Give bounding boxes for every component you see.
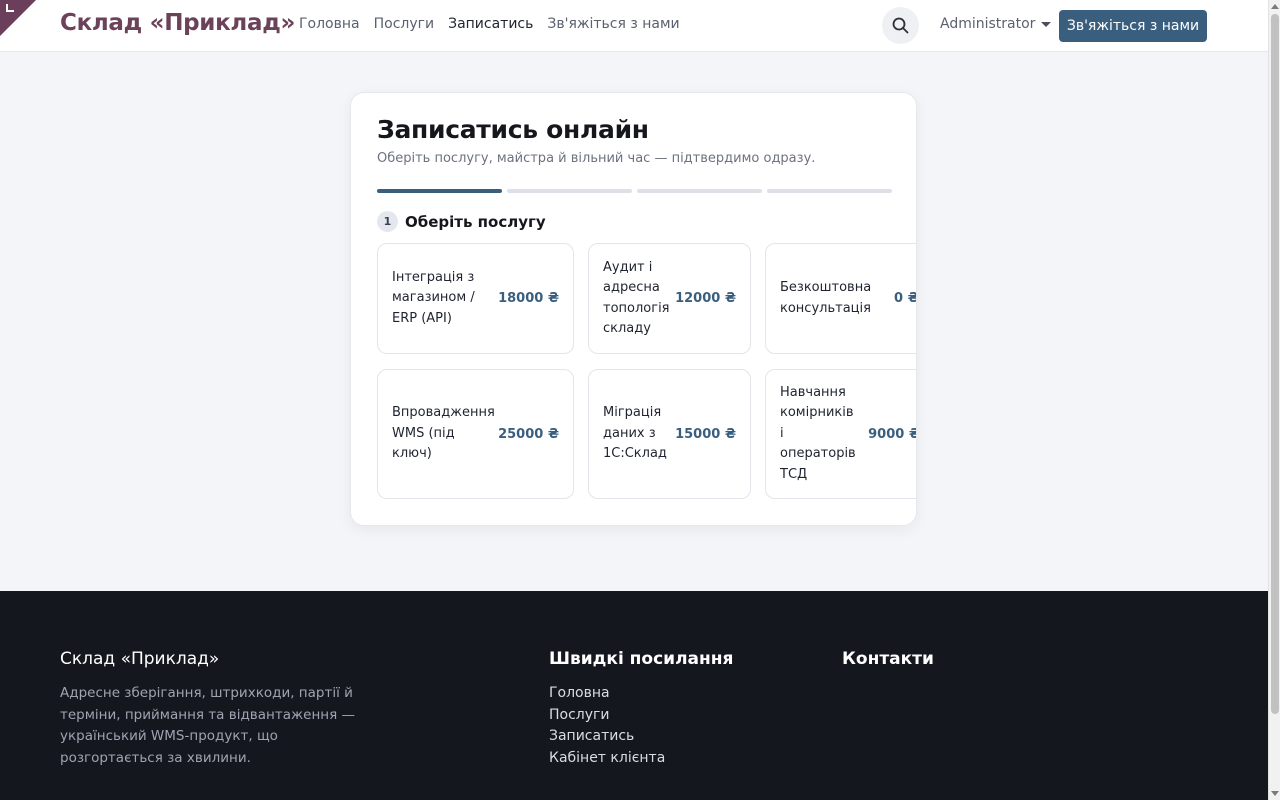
nav-contact[interactable]: Зв'яжіться з нами [547, 16, 679, 32]
service-name: Міграція даних з 1С:Склад [603, 405, 667, 462]
user-menu[interactable]: Administrator [940, 16, 1052, 32]
footer-link-client-cabinet[interactable]: Кабінет клієнта [549, 748, 665, 770]
footer-link-book[interactable]: Записатись [549, 726, 665, 748]
search-icon [892, 17, 909, 34]
service-card[interactable]: Міграція даних з 1С:Склад 15000 ₴ [588, 369, 751, 499]
progress-step-2 [507, 189, 632, 193]
progress-step-4 [767, 189, 892, 193]
search-button[interactable] [882, 7, 919, 44]
footer-link-services[interactable]: Послуги [549, 705, 665, 727]
step-header: 1 Оберіть послугу [377, 211, 546, 232]
service-price: 25000 ₴ [498, 426, 559, 442]
service-price: 18000 ₴ [498, 291, 559, 306]
service-card[interactable]: Безкоштовна консультація 0 ₴ [765, 243, 917, 354]
service-price: 9000 ₴ [868, 426, 917, 442]
step-title: Оберіть послугу [405, 212, 546, 231]
site-footer: Склад «Приклад» Адресне зберігання, штри… [0, 591, 1268, 800]
corner-arrow-icon [6, 4, 14, 12]
scroll-down-icon[interactable] [1271, 791, 1279, 796]
page-subtitle: Оберіть послугу, майстра й вільний час —… [377, 151, 816, 166]
service-card[interactable]: Навчання комірників і операторів ТСД 900… [765, 369, 917, 499]
progress-step-3 [637, 189, 762, 193]
scrollbar-thumb[interactable] [1271, 14, 1279, 714]
top-navbar: Склад «Приклад» Головна Послуги Записати… [0, 0, 1268, 52]
page-scrollbar[interactable] [1268, 0, 1280, 800]
service-name: Навчання комірників і операторів ТСД [780, 384, 856, 482]
service-price: 0 ₴ [894, 291, 917, 306]
service-price: 15000 ₴ [675, 426, 736, 442]
service-name: Аудит і адресна топологія складу [603, 259, 670, 337]
service-name: Інтеграція з магазином / ERP (API) [392, 269, 475, 326]
service-name: Впровадження WMS (під ключ) [392, 405, 495, 462]
contact-us-button[interactable]: Зв'яжіться з нами [1059, 10, 1207, 42]
nav-home[interactable]: Головна [299, 16, 360, 32]
footer-quick-links: Головна Послуги Записатись Кабінет клієн… [549, 683, 665, 769]
footer-link-home[interactable]: Головна [549, 683, 665, 705]
main-nav: Головна Послуги Записатись Зв'яжіться з … [299, 16, 680, 32]
site-logo[interactable]: Склад «Приклад» [60, 10, 295, 36]
service-card[interactable]: Аудит і адресна топологія складу 12000 ₴ [588, 243, 751, 354]
progress-step-1 [377, 189, 502, 193]
user-name: Administrator [940, 16, 1036, 32]
nav-services[interactable]: Послуги [374, 16, 434, 32]
service-card[interactable]: Впровадження WMS (під ключ) 25000 ₴ [377, 369, 574, 499]
chevron-down-icon [1041, 22, 1052, 27]
booking-card: Записатись онлайн Оберіть послугу, майст… [350, 92, 917, 526]
footer-brand: Склад «Приклад» [60, 649, 220, 669]
footer-quick-links-title: Швидкі посилання [549, 649, 734, 669]
scroll-up-icon[interactable] [1271, 4, 1279, 9]
step-progress [377, 189, 892, 193]
footer-description: Адресне зберігання, штрихкоди, партії й … [60, 685, 356, 766]
service-card[interactable]: Інтеграція з магазином / ERP (API) 18000… [377, 243, 574, 354]
step-number-badge: 1 [377, 211, 398, 232]
service-name: Безкоштовна консультація [780, 280, 872, 316]
page-title: Записатись онлайн [377, 115, 649, 144]
footer-contacts-title: Контакти [842, 649, 934, 669]
service-price: 12000 ₴ [675, 291, 736, 306]
nav-book[interactable]: Записатись [448, 16, 533, 32]
